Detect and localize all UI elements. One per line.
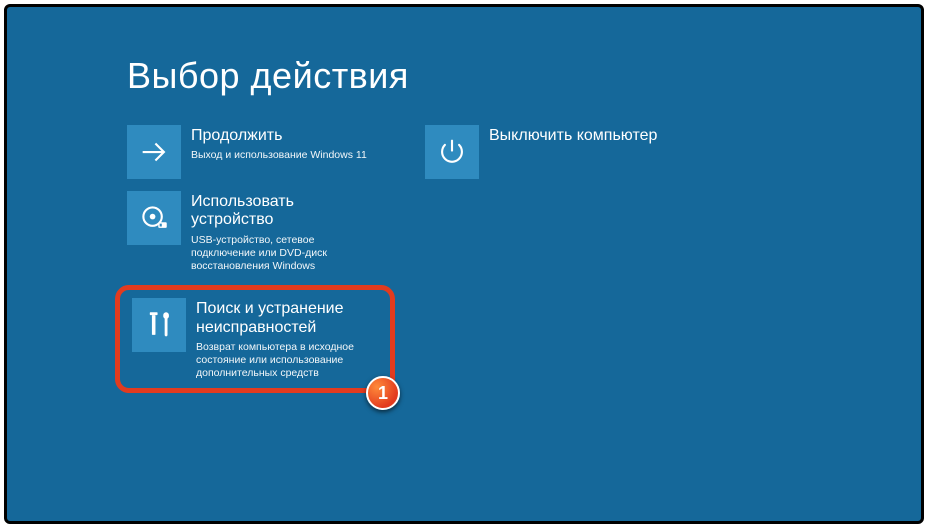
troubleshoot-title: Поиск и устранение неисправностей [196,300,378,337]
troubleshoot-desc: Возврат компьютера в исходное состояние … [196,341,378,380]
winre-screen: Выбор действия Продолжить Выход и исполь… [4,4,924,524]
use-device-title: Использовать устройство [191,193,376,230]
page-title: Выбор действия [127,55,921,97]
troubleshoot-text: Поиск и устранение неисправностей Возвра… [196,298,378,380]
continue-desc: Выход и использование Windows 11 [191,149,367,162]
use-device-tile[interactable]: Использовать устройство USB-устройство, … [127,191,383,273]
content-area: Выбор действия Продолжить Выход и исполь… [7,7,921,521]
troubleshoot-highlight: Поиск и устранение неисправностей Возвра… [115,285,395,393]
power-icon [425,125,479,179]
tools-icon [132,298,186,352]
arrow-right-icon [127,125,181,179]
use-device-text: Использовать устройство USB-устройство, … [191,191,376,273]
tile-column-1: Продолжить Выход и использование Windows… [127,125,395,393]
shutdown-text: Выключить компьютер [489,125,657,149]
troubleshoot-tile[interactable]: Поиск и устранение неисправностей Возвра… [132,298,378,380]
tile-grid: Продолжить Выход и использование Windows… [127,125,921,393]
use-device-desc: USB-устройство, сетевое подключение или … [191,234,376,273]
shutdown-title: Выключить компьютер [489,127,657,145]
continue-title: Продолжить [191,127,367,145]
continue-text: Продолжить Выход и использование Windows… [191,125,367,163]
continue-tile[interactable]: Продолжить Выход и использование Windows… [127,125,383,179]
callout-number: 1 [378,383,388,404]
disc-usb-icon [127,191,181,245]
callout-badge-1: 1 [366,376,400,410]
shutdown-tile[interactable]: Выключить компьютер [425,125,681,179]
tile-column-2: Выключить компьютер [425,125,681,393]
